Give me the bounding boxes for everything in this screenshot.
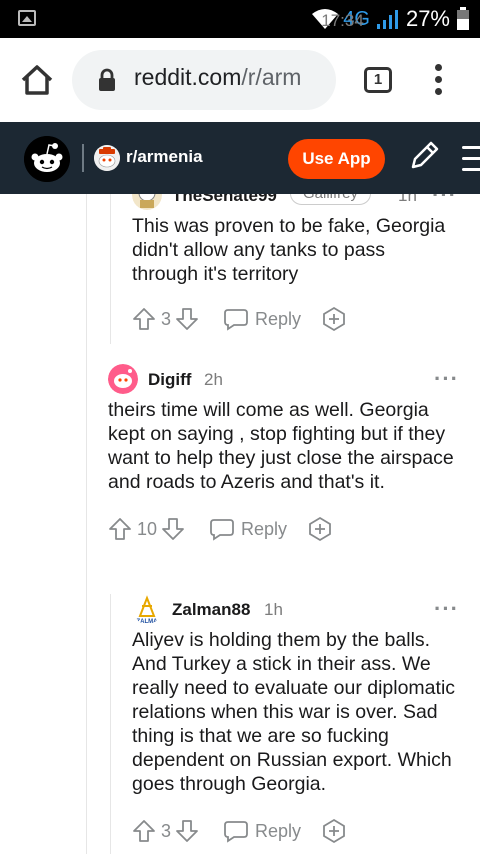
reply-button[interactable]: Reply — [223, 819, 301, 843]
comment-time: 1h — [264, 600, 283, 619]
thread-line — [110, 594, 111, 854]
comment-author[interactable]: Zalman88 — [172, 600, 250, 620]
vote-score: 3 — [161, 820, 172, 841]
comment-author[interactable]: Digiff — [148, 370, 191, 390]
url-path: /r/arm — [241, 64, 302, 90]
use-app-button[interactable]: Use App — [288, 139, 385, 179]
battery-icon — [457, 7, 469, 30]
home-icon[interactable] — [20, 64, 54, 96]
comment: Digiff 2h ··· theirs time will come as w… — [108, 364, 468, 544]
hamburger-menu-icon[interactable] — [462, 146, 480, 172]
user-flair: Gallifrey — [290, 194, 372, 205]
comment-header: ZALMA Zalman88 1h ··· — [132, 594, 468, 626]
comment-actions: 3 Reply — [132, 304, 462, 334]
signal-icon — [376, 10, 398, 29]
downvote-icon[interactable] — [161, 517, 185, 541]
reply-label: Reply — [255, 820, 302, 841]
pencil-icon[interactable] — [407, 139, 441, 173]
reply-button[interactable]: Reply — [223, 307, 301, 331]
more-options-icon[interactable]: ··· — [434, 596, 459, 622]
comment: TheSenate99 Gallifrey 1h ··· This was pr… — [132, 194, 462, 334]
comment-header: TheSenate99 Gallifrey 1h ··· — [132, 194, 462, 212]
address-bar[interactable]: reddit.com/r/arm — [72, 50, 336, 110]
comment-actions: 3 Reply — [132, 816, 468, 846]
avatar[interactable] — [132, 194, 162, 210]
upvote-icon[interactable] — [132, 307, 156, 331]
downvote-icon[interactable] — [175, 307, 199, 331]
reply-icon — [224, 309, 248, 331]
comment-thread: TheSenate99 Gallifrey 1h ··· This was pr… — [0, 194, 480, 854]
downvote-icon[interactable] — [175, 819, 199, 843]
thread-line — [86, 194, 87, 854]
comment-time: 2h — [204, 370, 223, 389]
header-divider — [82, 144, 84, 172]
subreddit-name[interactable]: r/armenia — [126, 147, 203, 167]
vote-score: 10 — [137, 518, 158, 539]
award-icon[interactable] — [321, 818, 347, 844]
lock-icon — [99, 68, 115, 91]
svg-text:ZALMA: ZALMA — [137, 619, 159, 624]
award-icon[interactable] — [321, 306, 347, 332]
reply-icon — [210, 519, 234, 541]
more-options-icon[interactable]: ··· — [434, 366, 459, 392]
subreddit-icon[interactable] — [94, 145, 120, 171]
comment-body: This was proven to be fake, Georgia didn… — [132, 215, 446, 285]
reply-label: Reply — [241, 518, 288, 539]
url-text[interactable]: reddit.com/r/arm — [134, 64, 330, 91]
comment-body: Aliyev is holding them by the balls. And… — [132, 629, 456, 795]
upvote-icon[interactable] — [108, 517, 132, 541]
status-bar: 4G 27% 17:34 — [0, 0, 480, 38]
more-options-icon[interactable]: ··· — [432, 194, 457, 208]
vote-score: 3 — [161, 308, 172, 329]
clock: 17:34 — [321, 11, 364, 30]
avatar[interactable]: ZALMA — [132, 594, 162, 624]
browser-menu-icon[interactable] — [428, 64, 448, 98]
thread-line — [110, 194, 111, 344]
comment-time: 1h — [398, 194, 417, 205]
tab-switcher-button[interactable]: 1 — [364, 67, 392, 93]
gallery-notification-icon — [18, 10, 36, 26]
comment-author[interactable]: TheSenate99 — [172, 194, 277, 206]
comment: ZALMA Zalman88 1h ··· Aliyev is holding … — [132, 594, 468, 846]
reply-label: Reply — [255, 308, 302, 329]
reddit-logo-icon[interactable] — [24, 136, 70, 182]
browser-toolbar: reddit.com/r/arm 1 — [0, 38, 480, 122]
url-host: reddit.com — [134, 64, 242, 90]
avatar[interactable] — [108, 364, 138, 394]
upvote-icon[interactable] — [132, 819, 156, 843]
reddit-header: r/armenia Use App — [0, 122, 480, 194]
reply-button[interactable]: Reply — [209, 517, 287, 541]
comment-header: Digiff 2h ··· — [108, 364, 468, 396]
comment-body: theirs time will come as well. Georgia k… — [108, 399, 454, 493]
comment-actions: 10 Reply — [108, 514, 468, 544]
award-icon[interactable] — [307, 516, 333, 542]
battery-percent: 27% — [405, 6, 450, 31]
reply-icon — [224, 821, 248, 843]
